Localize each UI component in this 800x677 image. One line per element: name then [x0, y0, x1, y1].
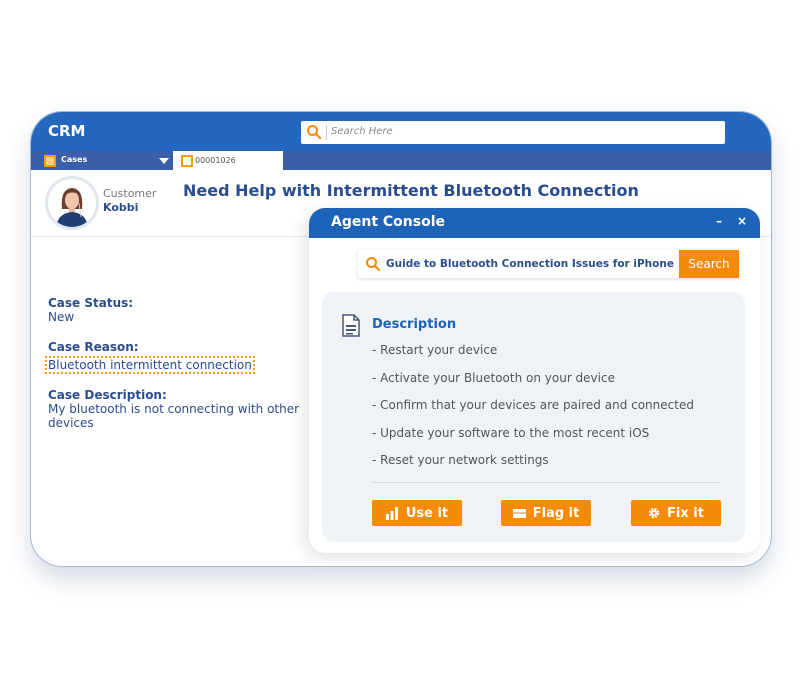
- case-description-value: My bluetooth is not connecting with othe…: [48, 402, 300, 430]
- minimize-icon[interactable]: –: [716, 214, 722, 228]
- divider: [372, 482, 720, 483]
- case-description-label: Case Description:: [48, 388, 167, 402]
- avatar: [45, 176, 99, 230]
- case-record-icon: [181, 155, 193, 167]
- step-item: - Confirm that your devices are paired a…: [372, 398, 694, 412]
- knowledge-search: Guide to Bluetooth Connection Issues for…: [358, 250, 739, 278]
- tab-case-label: 00001026: [195, 156, 236, 165]
- use-it-label: Use it: [405, 505, 449, 521]
- knowledge-search-input[interactable]: Guide to Bluetooth Connection Issues for…: [386, 258, 692, 270]
- cases-icon: [44, 155, 56, 167]
- close-icon[interactable]: ×: [737, 214, 747, 228]
- search-icon: [366, 257, 381, 272]
- app-title: CRM: [48, 122, 86, 140]
- step-item: - Update your software to the most recen…: [372, 425, 650, 440]
- flag-it-button[interactable]: Flag it: [501, 500, 591, 526]
- description-title: Description: [372, 317, 457, 332]
- case-reason-value[interactable]: Bluetooth intermittent connection: [45, 356, 255, 374]
- case-title: Need Help with Intermittent Bluetooth Co…: [183, 181, 639, 200]
- step-item: - Activate your Bluetooth on your device: [372, 370, 615, 385]
- gear-icon: [648, 507, 660, 519]
- flag-icon: [512, 508, 526, 518]
- search-button[interactable]: Search: [679, 250, 739, 278]
- search-icon: [307, 125, 322, 140]
- steps-list: - Restart your device - Activate your Bl…: [372, 342, 694, 480]
- case-fields: Case Status: New Case Reason: Bluetooth …: [45, 296, 313, 446]
- case-status-value: New: [48, 310, 75, 324]
- bar-chart-icon: [385, 506, 398, 520]
- console-titlebar: Agent Console – ×: [309, 208, 760, 238]
- tab-cases-label: Cases: [61, 155, 88, 164]
- console-title: Agent Console: [331, 214, 445, 230]
- use-it-button[interactable]: Use it: [372, 500, 462, 526]
- customer-name[interactable]: Kobbi: [103, 201, 138, 214]
- crm-topbar: CRM Search Here: [31, 112, 771, 151]
- case-reason-label: Case Reason:: [48, 340, 139, 354]
- flag-it-label: Flag it: [532, 505, 580, 521]
- tab-bar: Cases 00001026: [31, 151, 771, 170]
- step-item: - Reset your network settings: [372, 453, 549, 467]
- search-separator: [326, 125, 327, 140]
- case-status-label: Case Status:: [48, 296, 134, 310]
- tab-case-record[interactable]: 00001026: [173, 151, 283, 170]
- description-card: Description - Restart your device - Acti…: [322, 292, 745, 542]
- chevron-down-icon[interactable]: [159, 158, 169, 164]
- step-item: - Restart your device: [372, 343, 498, 357]
- agent-console: Agent Console – × Guide to Bluetooth Con…: [309, 208, 760, 553]
- global-search-input[interactable]: Search Here: [301, 121, 725, 144]
- customer-avatar-icon: [56, 188, 88, 227]
- tab-cases[interactable]: Cases: [31, 151, 173, 170]
- search-placeholder: Search Here: [331, 126, 393, 137]
- fix-it-button[interactable]: Fix it: [631, 500, 721, 526]
- fix-it-label: Fix it: [667, 505, 704, 521]
- customer-label: Customer: [103, 187, 157, 200]
- document-icon: [342, 314, 360, 337]
